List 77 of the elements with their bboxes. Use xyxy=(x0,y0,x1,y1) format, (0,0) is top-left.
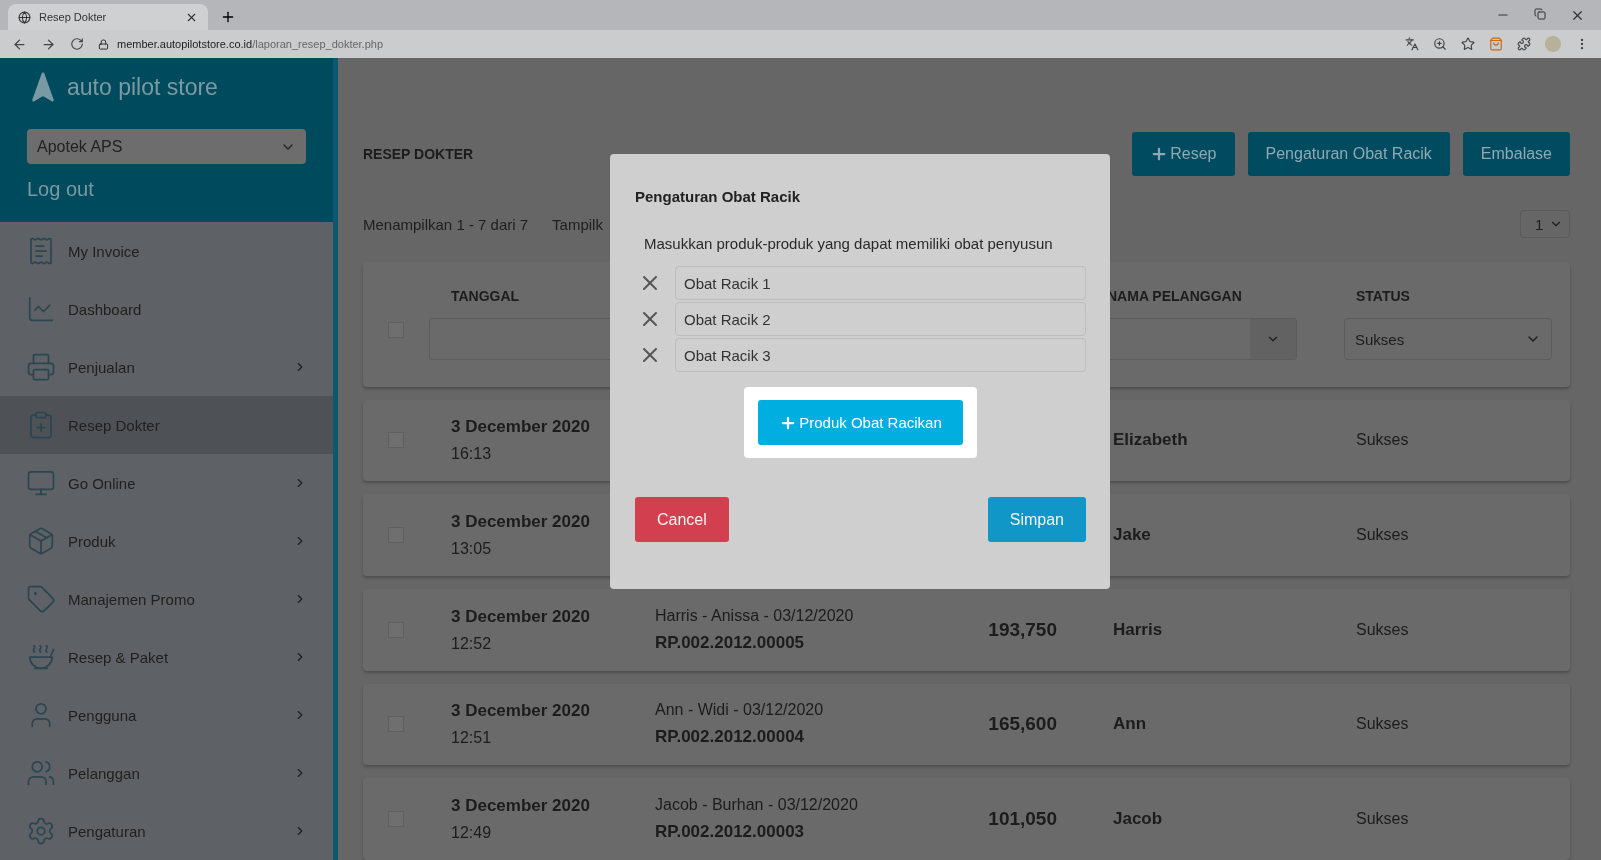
star-icon[interactable] xyxy=(1461,37,1475,51)
date-text: 3 December 2020 xyxy=(451,701,591,722)
time-text: 16:13 xyxy=(451,445,493,464)
puzzle-icon[interactable] xyxy=(1517,37,1531,51)
back-icon[interactable] xyxy=(12,36,27,52)
logout-link[interactable]: Log out xyxy=(27,178,306,201)
description-text: Ann - Widi - 03/12/2020 xyxy=(655,701,825,720)
box-icon xyxy=(26,526,56,557)
action-button[interactable]: Embalase xyxy=(1462,132,1570,176)
sidebar-item[interactable]: Produk xyxy=(0,512,333,571)
globe-icon xyxy=(18,10,31,24)
status-text: Sukses xyxy=(1356,715,1410,734)
column-header: TANGGAL xyxy=(451,288,521,305)
settings-icon xyxy=(26,816,56,847)
customer-name: Harris xyxy=(1113,619,1164,640)
new-tab-icon[interactable] xyxy=(220,9,236,25)
save-button[interactable]: Simpan xyxy=(987,497,1086,542)
time-text: 12:52 xyxy=(451,634,493,653)
status-text: Sukses xyxy=(1356,810,1410,829)
customer-name: Ann xyxy=(1113,714,1148,735)
time-text: 12:51 xyxy=(451,729,493,748)
status-text: Sukses xyxy=(1356,526,1410,545)
sidebar-item[interactable]: Manajemen Promo xyxy=(0,570,333,629)
brand-name: auto pilot store xyxy=(67,73,218,101)
sidebar-item[interactable]: Dashboard xyxy=(0,280,333,339)
zoom-icon[interactable] xyxy=(1433,37,1447,51)
code-text: RP.002.2012.00003 xyxy=(655,822,806,843)
customer-name: Jacob xyxy=(1113,809,1164,830)
page-title: RESEP DOKTER xyxy=(363,146,475,162)
printer-icon xyxy=(26,352,56,383)
sidebar-item[interactable]: Resep & Paket xyxy=(0,628,333,687)
total-text: 165,600 xyxy=(987,713,1057,736)
sidebar-item[interactable]: Pelanggan xyxy=(0,744,333,803)
product-input-field[interactable]: Obat Racik 1 xyxy=(675,266,1086,300)
sidebar-item[interactable]: Go Online xyxy=(0,454,333,513)
action-button[interactable]: Pengaturan Obat Racik xyxy=(1247,132,1450,176)
sidebar-item[interactable]: My Invoice xyxy=(0,222,333,281)
product-input-field[interactable]: Obat Racik 3 xyxy=(675,338,1086,372)
reload-icon[interactable] xyxy=(70,37,84,51)
status-text: Sukses xyxy=(1356,431,1410,450)
time-text: 13:05 xyxy=(451,540,493,559)
column-header: STATUS xyxy=(1356,288,1411,305)
url-text[interactable]: member.autopilotstore.co.id/laporan_resep_dokter.php xyxy=(117,38,384,50)
restore-icon[interactable] xyxy=(1534,7,1546,23)
action-button[interactable]: Resep xyxy=(1132,132,1235,176)
customer-name: Jake xyxy=(1113,525,1152,546)
sidebar-item[interactable]: Penjualan xyxy=(0,338,333,397)
total-text: 101,050 xyxy=(987,808,1057,831)
code-text: RP.002.2012.00004 xyxy=(655,727,806,748)
date-text: 3 December 2020 xyxy=(451,606,591,627)
code-text: RP.002.2012.00005 xyxy=(655,632,806,653)
store-select[interactable]: Apotek APS xyxy=(27,129,306,164)
description-text: Harris - Anissa - 03/12/2020 xyxy=(655,606,855,625)
summary-text: Menampilkan 1 - 7 dari 7 xyxy=(363,215,529,233)
status-text: Sukses xyxy=(1356,620,1410,639)
add-product-button[interactable]: Produk Obat Racikan xyxy=(758,400,963,445)
forward-icon[interactable] xyxy=(41,36,56,52)
translate-icon[interactable] xyxy=(1405,37,1419,51)
page-select[interactable]: 1 xyxy=(1520,210,1570,238)
sidebar-item[interactable]: Pengguna xyxy=(0,686,333,745)
show-label: Tampilk xyxy=(552,215,603,233)
tag-icon xyxy=(26,584,56,615)
customer-name: Elizabeth xyxy=(1113,430,1189,451)
modal-title: Pengaturan Obat Racik xyxy=(635,188,802,205)
description-text: Jacob - Burhan - 03/12/2020 xyxy=(655,796,859,815)
lock-icon xyxy=(98,38,109,50)
date-text: 3 December 2020 xyxy=(451,796,591,817)
modal-description: Masukkan produk-produk yang dapat memiliki obat penyusun xyxy=(644,235,1054,252)
total-text: 193,750 xyxy=(987,618,1057,641)
browser-tab[interactable]: Resep Dokter xyxy=(8,4,208,30)
status-filter-select[interactable]: Sukses xyxy=(1344,318,1552,361)
sidebar-item[interactable]: Pengaturan xyxy=(0,802,333,860)
date-text: 3 December 2020 xyxy=(451,512,591,533)
product-input-field[interactable]: Obat Racik 2 xyxy=(675,302,1086,336)
cancel-button[interactable]: Cancel xyxy=(635,497,729,542)
time-text: 12:49 xyxy=(451,824,493,843)
date-text: 3 December 2020 xyxy=(451,417,591,438)
